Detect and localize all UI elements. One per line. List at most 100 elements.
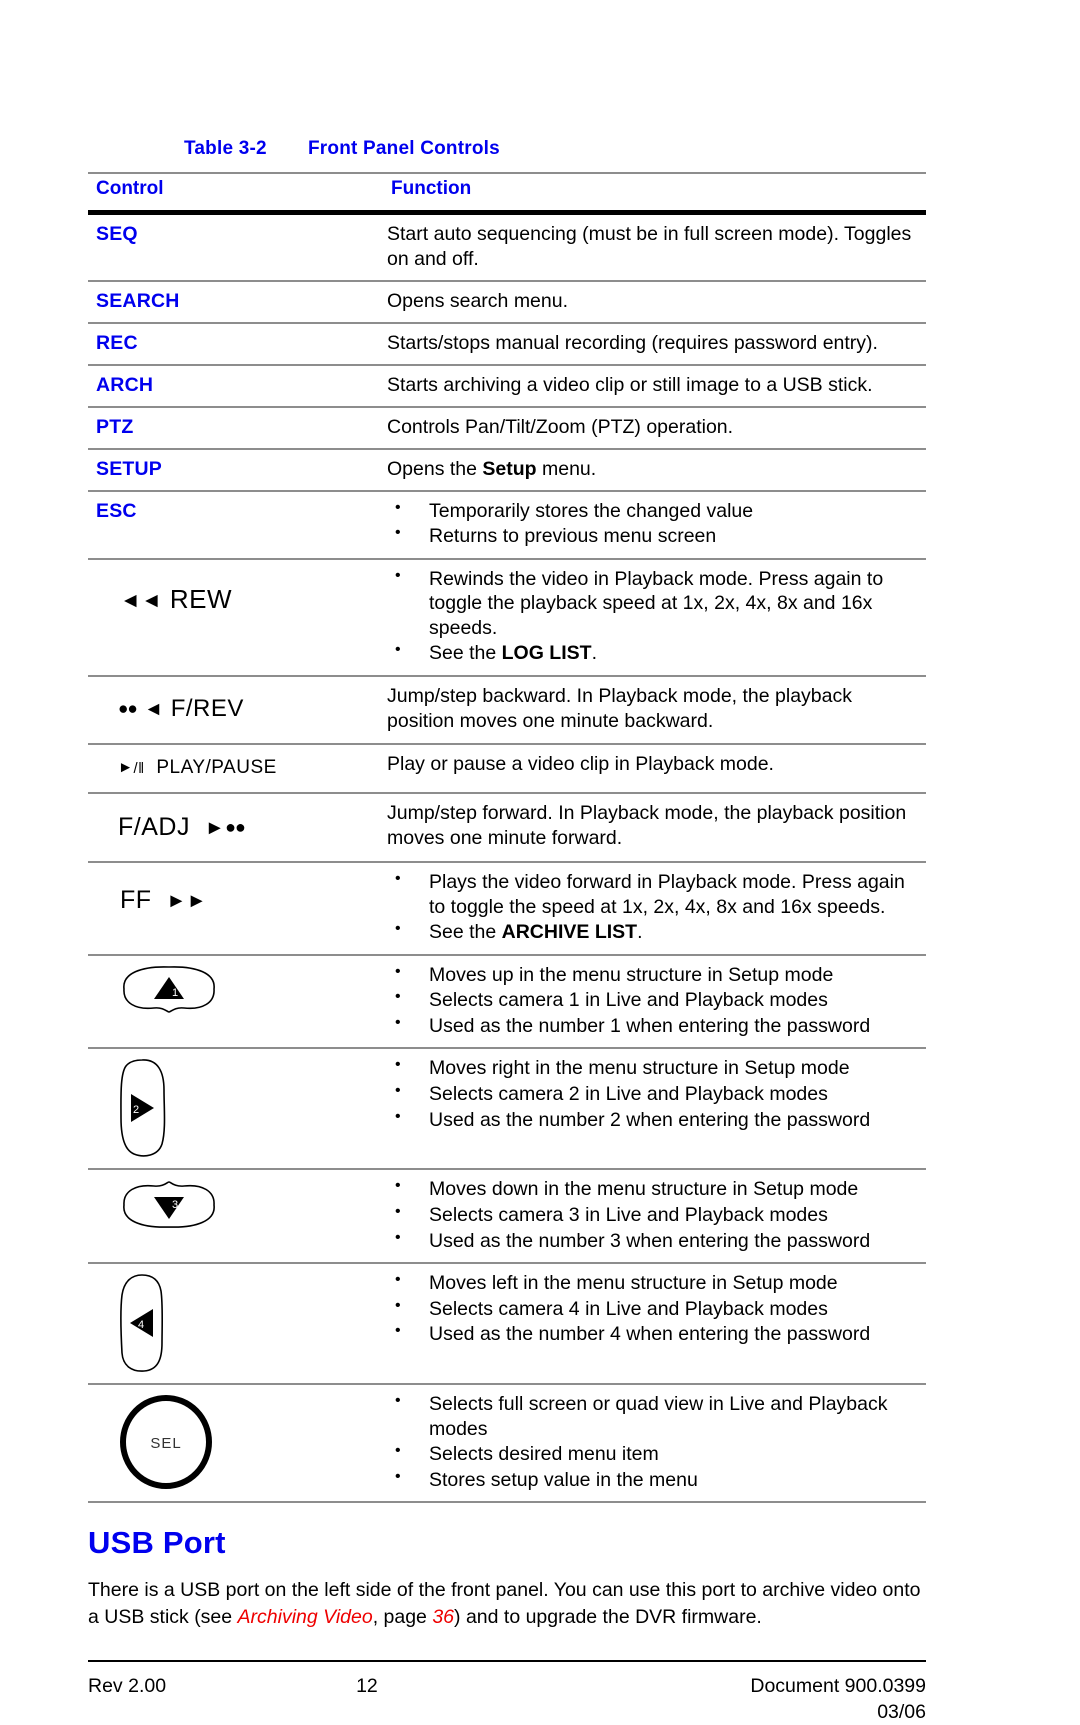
control-button-graphic: 1	[96, 963, 377, 1017]
function-bullet-item: See the LOG LIST.	[385, 641, 922, 666]
function-bullet-item: Selects camera 2 in Live and Playback mo…	[385, 1081, 922, 1107]
control-cell: FF ►►	[88, 862, 383, 956]
function-bullet-list: Moves left in the menu structure in Setu…	[385, 1270, 922, 1347]
control-cell: 3	[88, 1169, 383, 1265]
control-cell: F/ADJ ►●●	[88, 793, 383, 864]
table-caption: Table 3-2 Front Panel Controls	[88, 0, 926, 160]
control-label: SETUP	[96, 457, 163, 480]
page-footer: Rev 2.00 12 Document 900.0399 03/06	[88, 1662, 926, 1725]
function-text: Jump/step forward. In Playback mode, the…	[387, 802, 907, 850]
control-label: ARCH	[96, 373, 154, 396]
function-cell: Opens the Setup menu.	[383, 448, 926, 492]
button-shape-down[interactable]: 3	[114, 1177, 224, 1231]
control-button-graphic: SEL	[96, 1392, 377, 1492]
control-button-graphic: 3	[96, 1177, 377, 1231]
control-label: ESC	[96, 499, 137, 522]
control-symbol-label: F/ADJ ►●●	[118, 813, 246, 842]
function-cell: Starts archiving a video clip or still i…	[383, 364, 926, 408]
control-button-graphic: 4	[96, 1271, 377, 1375]
function-bullet-item: Used as the number 1 when entering the p…	[385, 1013, 922, 1039]
table-row: SEL Selects full screen or quad view in L…	[88, 1384, 926, 1504]
function-emphasis: Setup	[482, 457, 537, 480]
function-cell: Jump/step backward. In Playback mode, th…	[383, 676, 926, 745]
control-cell: 2	[88, 1048, 383, 1171]
function-bullet-item: Plays the video forward in Playback mode…	[385, 869, 922, 919]
button-shape-sel[interactable]: SEL	[114, 1392, 218, 1492]
cross-reference-link[interactable]: Archiving Video	[238, 1606, 373, 1628]
control-cell: SETUP	[88, 448, 383, 492]
function-cell: Starts/stops manual recording (requires …	[383, 322, 926, 366]
footer-page-number: 12	[356, 1675, 378, 1698]
table-row: F/ADJ ►●● Jump/step forward. In Playback …	[88, 793, 926, 864]
control-cell: ESC	[88, 490, 383, 560]
function-bullet-item: Selects desired menu item	[385, 1441, 922, 1467]
function-bullet-item: Returns to previous menu screen	[385, 523, 922, 549]
control-cell: ►/‖ PLAY/PAUSE	[88, 743, 383, 795]
function-text: Play or pause a video clip in Playback m…	[387, 752, 774, 775]
function-text: Start auto sequencing (must be in full s…	[387, 223, 912, 270]
table-caption-number: Table 3-2	[184, 138, 267, 159]
function-bullet-item: Moves down in the menu structure in Setu…	[385, 1176, 922, 1202]
section-heading-usb-port: USB Port	[88, 1525, 226, 1561]
table-row: FF ►► Plays the video forward in Playback…	[88, 862, 926, 956]
function-bullet-list: Rewinds the video in Playback mode. Pres…	[385, 566, 922, 666]
function-bullet-item: Selects camera 4 in Live and Playback mo…	[385, 1296, 922, 1322]
control-cell: 4	[88, 1263, 383, 1386]
footer-revision: Rev 2.00	[88, 1675, 167, 1698]
function-cell: Plays the video forward in Playback mode…	[383, 862, 926, 956]
control-symbol-label: FF ►►	[120, 886, 208, 915]
function-bullet-list: Moves right in the menu structure in Set…	[385, 1055, 922, 1132]
table-row: ESC Temporarily stores the changed valueR…	[88, 490, 926, 560]
fast-forward-icon: ►►	[166, 890, 208, 913]
function-bullet-item: Selects camera 1 in Live and Playback mo…	[385, 987, 922, 1013]
table-row: ►/‖ PLAY/PAUSE Play or pause a video clip…	[88, 743, 926, 795]
table-row: 1 Moves up in the menu structure in Setup…	[88, 954, 926, 1050]
function-bullet-item: Selects camera 3 in Live and Playback mo…	[385, 1202, 922, 1228]
function-bullet-item: Temporarily stores the changed value	[385, 498, 922, 524]
function-cell: Moves left in the menu structure in Setu…	[383, 1263, 926, 1386]
table-row: REC Starts/stops manual recording (requir…	[88, 322, 926, 366]
svg-text:2: 2	[133, 1104, 139, 1116]
table-row: ARCH Starts archiving a video clip or sti…	[88, 364, 926, 408]
function-emphasis: ARCHIVE LIST	[501, 921, 638, 944]
front-panel-controls-table: Control Function SEQ Start auto sequencin…	[88, 172, 926, 1504]
button-shape-left[interactable]: 4	[114, 1271, 170, 1375]
control-label: PTZ	[96, 415, 134, 438]
control-cell: ●● ◄ F/REV	[88, 676, 383, 745]
function-bullet-list: Temporarily stores the changed valueRetu…	[385, 498, 922, 549]
control-cell: 1	[88, 954, 383, 1050]
function-bullet-list: Selects full screen or quad view in Live…	[385, 1391, 922, 1492]
function-bullet-list: Moves down in the menu structure in Setu…	[385, 1176, 922, 1253]
control-symbol-label: ►/‖ PLAY/PAUSE	[118, 756, 277, 778]
table-row: ●● ◄ F/REV Jump/step backward. In Playbac…	[88, 676, 926, 745]
function-emphasis: LOG LIST	[501, 642, 592, 665]
control-button-graphic: 2	[96, 1056, 377, 1160]
column-header-control: Control	[88, 172, 383, 215]
table-row: 2 Moves right in the menu structure in Se…	[88, 1048, 926, 1171]
play-icon: ►	[118, 758, 134, 776]
cross-reference-page[interactable]: 36	[432, 1606, 454, 1628]
button-shape-up[interactable]: 1	[114, 963, 224, 1017]
table-body: SEQ Start auto sequencing (must be in ful…	[88, 212, 926, 1504]
function-bullet-item: Used as the number 4 when entering the p…	[385, 1321, 922, 1347]
function-bullet-item: Selects full screen or quad view in Live…	[385, 1391, 922, 1441]
function-cell: Jump/step forward. In Playback mode, the…	[383, 793, 926, 864]
control-cell: ARCH	[88, 364, 383, 408]
function-cell: Temporarily stores the changed valueRetu…	[383, 490, 926, 560]
usb-port-paragraph: There is a USB port on the left side of …	[88, 1577, 926, 1630]
function-cell: Selects full screen or quad view in Live…	[383, 1384, 926, 1504]
function-text: Jump/step backward. In Playback mode, th…	[387, 685, 852, 732]
button-shape-right[interactable]: 2	[114, 1056, 170, 1160]
table-row: PTZ Controls Pan/Tilt/Zoom (PTZ) operatio…	[88, 406, 926, 450]
table-row: 4 Moves left in the menu structure in Set…	[88, 1263, 926, 1386]
function-bullet-item: Moves up in the menu structure in Setup …	[385, 962, 922, 988]
control-cell: PTZ	[88, 406, 383, 450]
svg-text:3: 3	[172, 1199, 178, 1211]
function-cell: Moves right in the menu structure in Set…	[383, 1048, 926, 1171]
table-caption-title: Front Panel Controls	[308, 138, 500, 159]
step-dots-icon: ●●	[118, 698, 138, 719]
control-symbol-label: ◄◄ REW	[120, 583, 233, 614]
svg-text:4: 4	[138, 1319, 144, 1331]
document-page: Table 3-2 Front Panel Controls Control F…	[88, 0, 926, 1723]
control-cell: SEARCH	[88, 280, 383, 324]
